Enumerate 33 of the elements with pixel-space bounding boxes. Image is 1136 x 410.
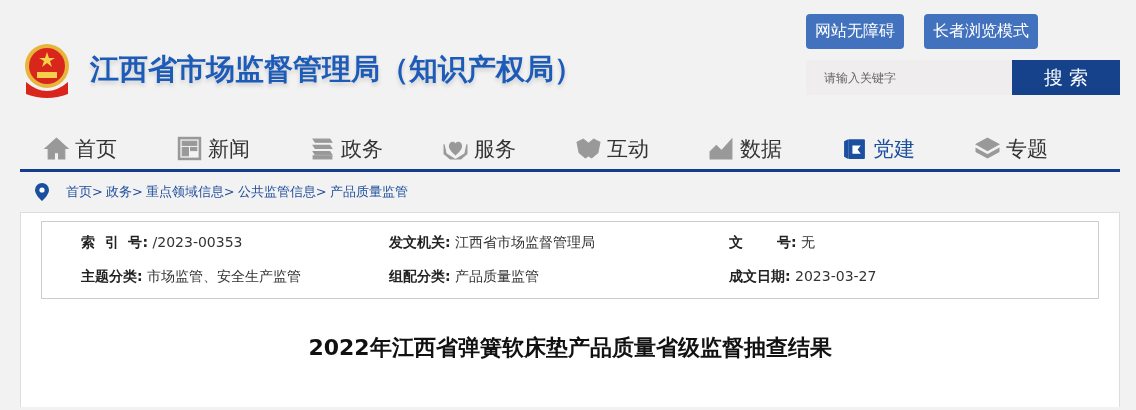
mode-button[interactable]: 长者浏览模式 [924,14,1038,49]
site-title: 江西省市场监督管理局（知识产权局） [90,51,583,88]
info-field: 发文机关: 江西省市场监督管理局 [389,234,729,252]
nav-item[interactable]: 政务 [310,128,443,169]
nav-item[interactable]: 专题 [975,128,1108,169]
emblem-icon [22,42,72,98]
flag-book-icon [842,136,867,161]
info-field: 组配分类: 产品质量监管 [389,268,729,286]
breadcrumb-link[interactable]: 政务> [105,183,143,201]
layers-icon [975,136,1000,161]
newspaper-icon [177,136,202,161]
search-button[interactable]: 搜 索 [1012,60,1120,95]
search-field[interactable]: 请输入关键字 [806,60,1012,95]
nav-item[interactable]: 互动 [576,128,709,169]
info-field: 成文日期: 2023-03-27 [729,268,1098,286]
info-field: 主题分类: 市场监管、安全生产监管 [81,268,389,286]
info-field: 索 引 号: /2023-00353 [81,234,389,252]
breadcrumb-link[interactable]: 公共监管信息> [237,183,327,201]
breadcrumb-link[interactable]: 重点领域信息> [145,183,235,201]
books-icon [310,136,335,161]
nav-item[interactable]: 数据 [709,128,842,169]
nav-item[interactable]: 新闻 [177,128,310,169]
breadcrumb-link[interactable]: 首页> [66,183,103,201]
article-title: 2022年江西省弹簧软床垫产品质量省级监督抽查结果 [307,334,833,362]
nav-item[interactable]: 服务 [443,128,576,169]
home-icon [44,136,69,161]
mode-button[interactable]: 网站无障碍 [806,14,904,49]
location-pin-icon [35,183,49,201]
line-chart-icon [709,136,734,161]
nav-item[interactable]: 首页 [44,128,177,169]
nav-item[interactable]: 党建 [842,128,975,169]
breadcrumb-link[interactable]: 产品质量监管 [329,183,408,201]
info-field: 文 号: 无 [729,234,1098,252]
